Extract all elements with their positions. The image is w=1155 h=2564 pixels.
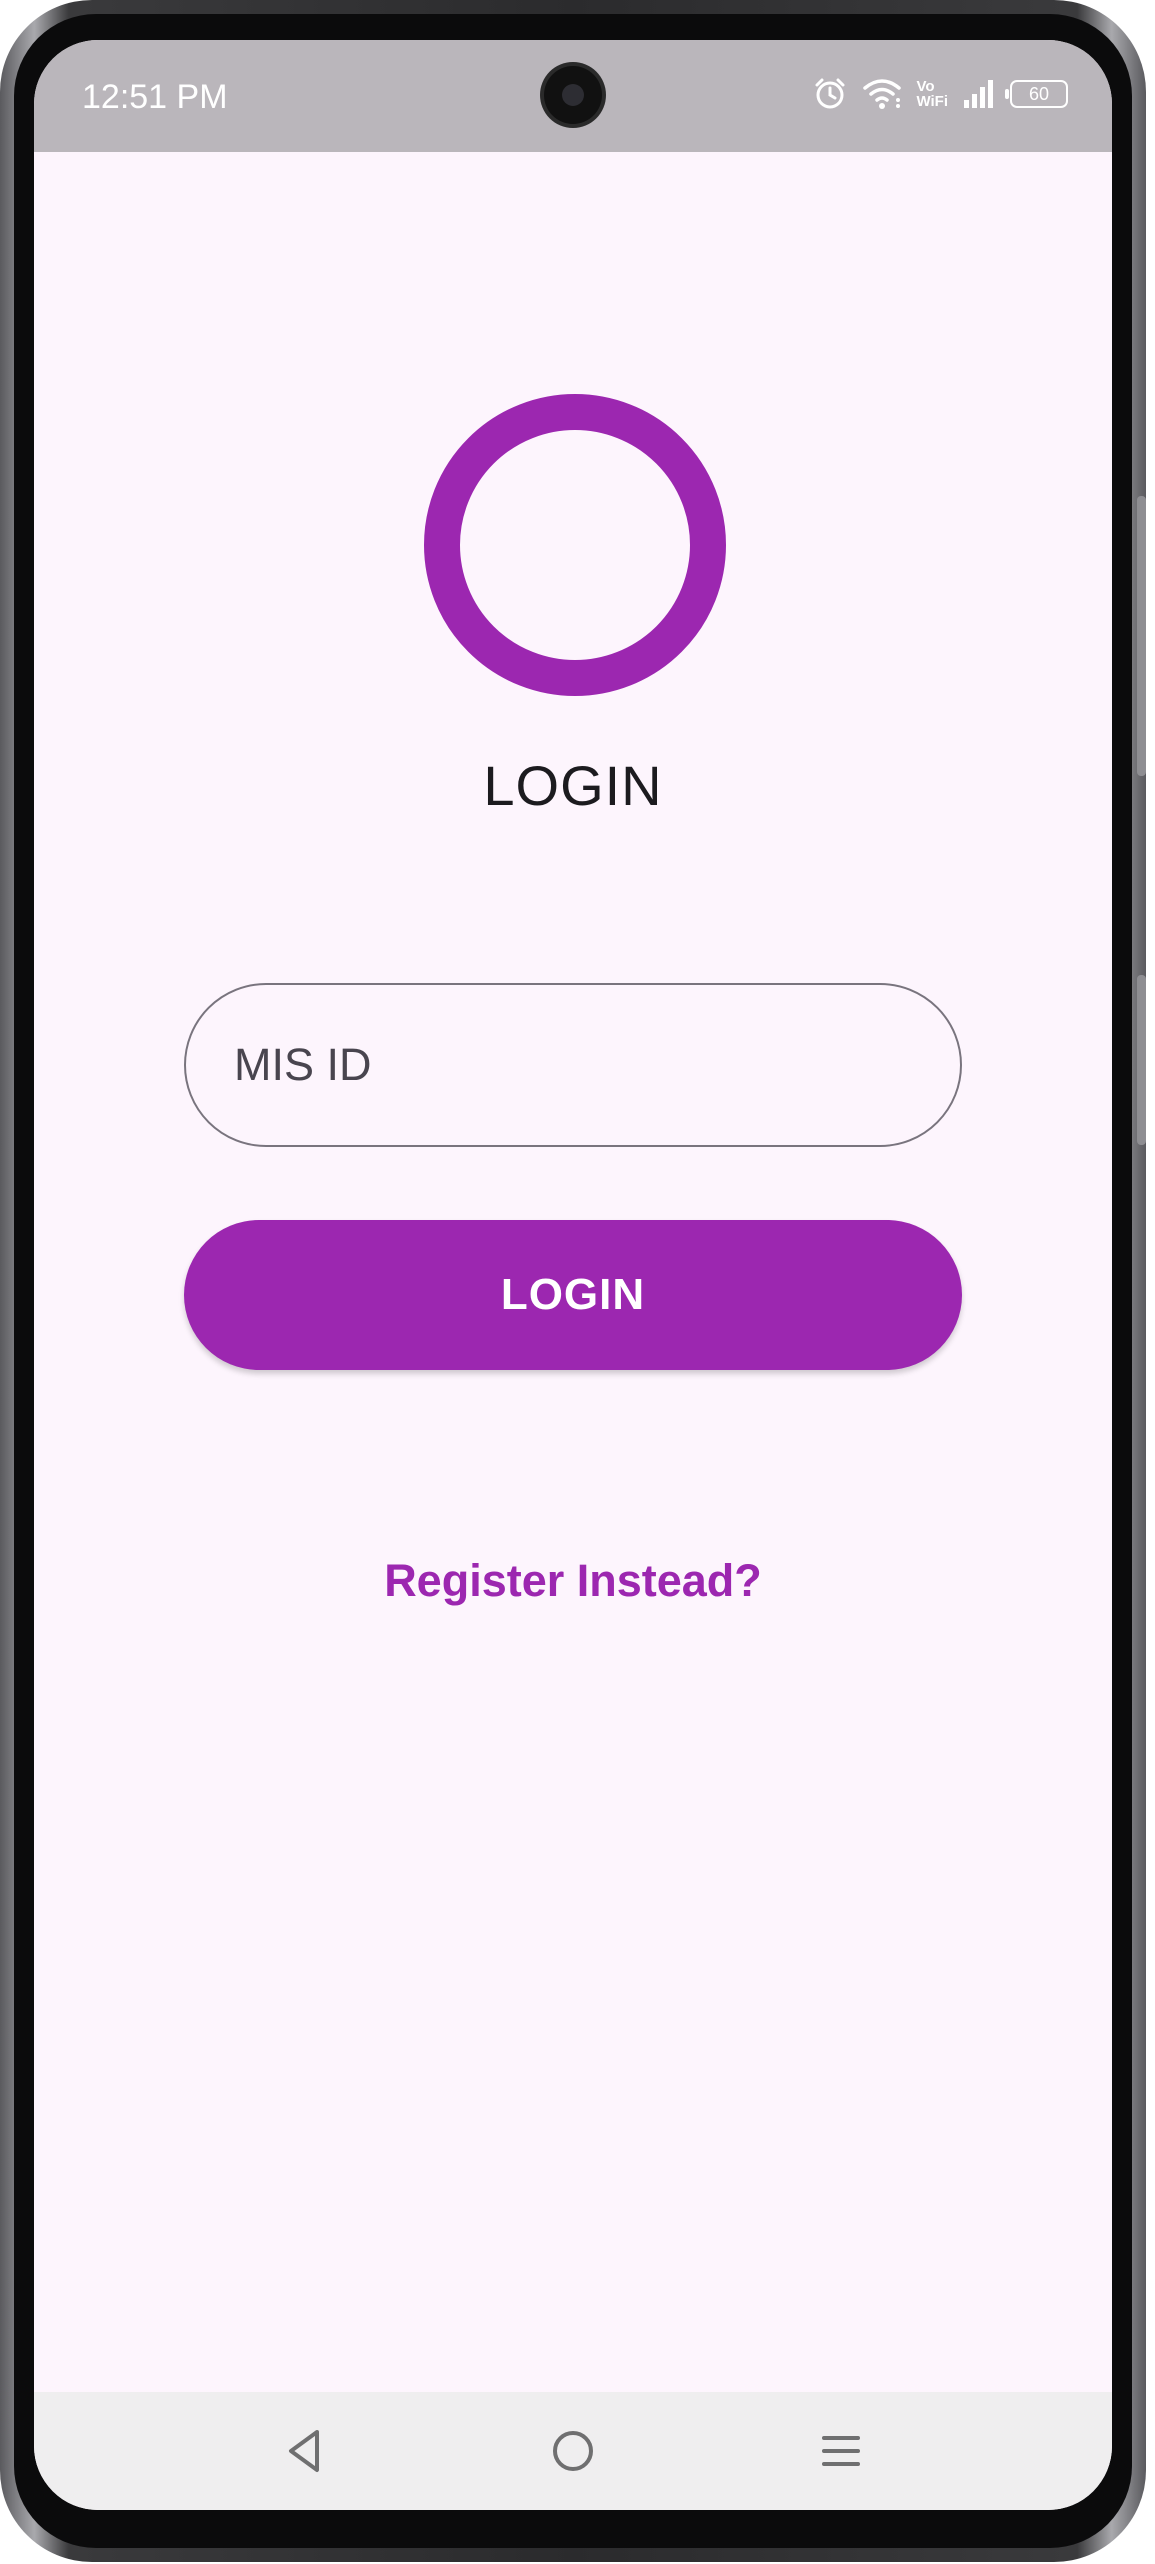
signal-icon [962,78,996,110]
navigation-bar [34,2392,1112,2510]
status-time: 12:51 PM [82,78,228,116]
status-bar: 12:51 PM Vo WiFi 60 [34,40,1112,152]
page-title: LOGIN [483,754,663,817]
battery-icon: 60 [1005,80,1068,108]
home-icon[interactable] [548,2426,598,2476]
ring-logo [424,394,726,696]
volume-button [1137,496,1146,776]
vowifi-icon: Vo WiFi [916,79,948,109]
mis-id-input[interactable] [184,983,962,1147]
back-icon[interactable] [279,2426,329,2476]
recents-icon[interactable] [816,2426,866,2476]
alarm-icon [812,76,848,112]
register-instead-link[interactable]: Register Instead? [34,1555,1112,1607]
status-icons: Vo WiFi 60 [812,74,1068,114]
vowifi-bottom-label: WiFi [916,93,948,110]
login-button[interactable]: LOGIN [184,1220,962,1370]
front-camera [544,66,602,124]
phone-frame: 12:51 PM Vo WiFi 60 LOGIN MIS ID LOGIN R… [0,0,1146,2562]
wifi-icon [862,77,902,111]
app-screen: 12:51 PM Vo WiFi 60 LOGIN MIS ID LOGIN R… [34,40,1112,2510]
power-button [1137,975,1146,1145]
